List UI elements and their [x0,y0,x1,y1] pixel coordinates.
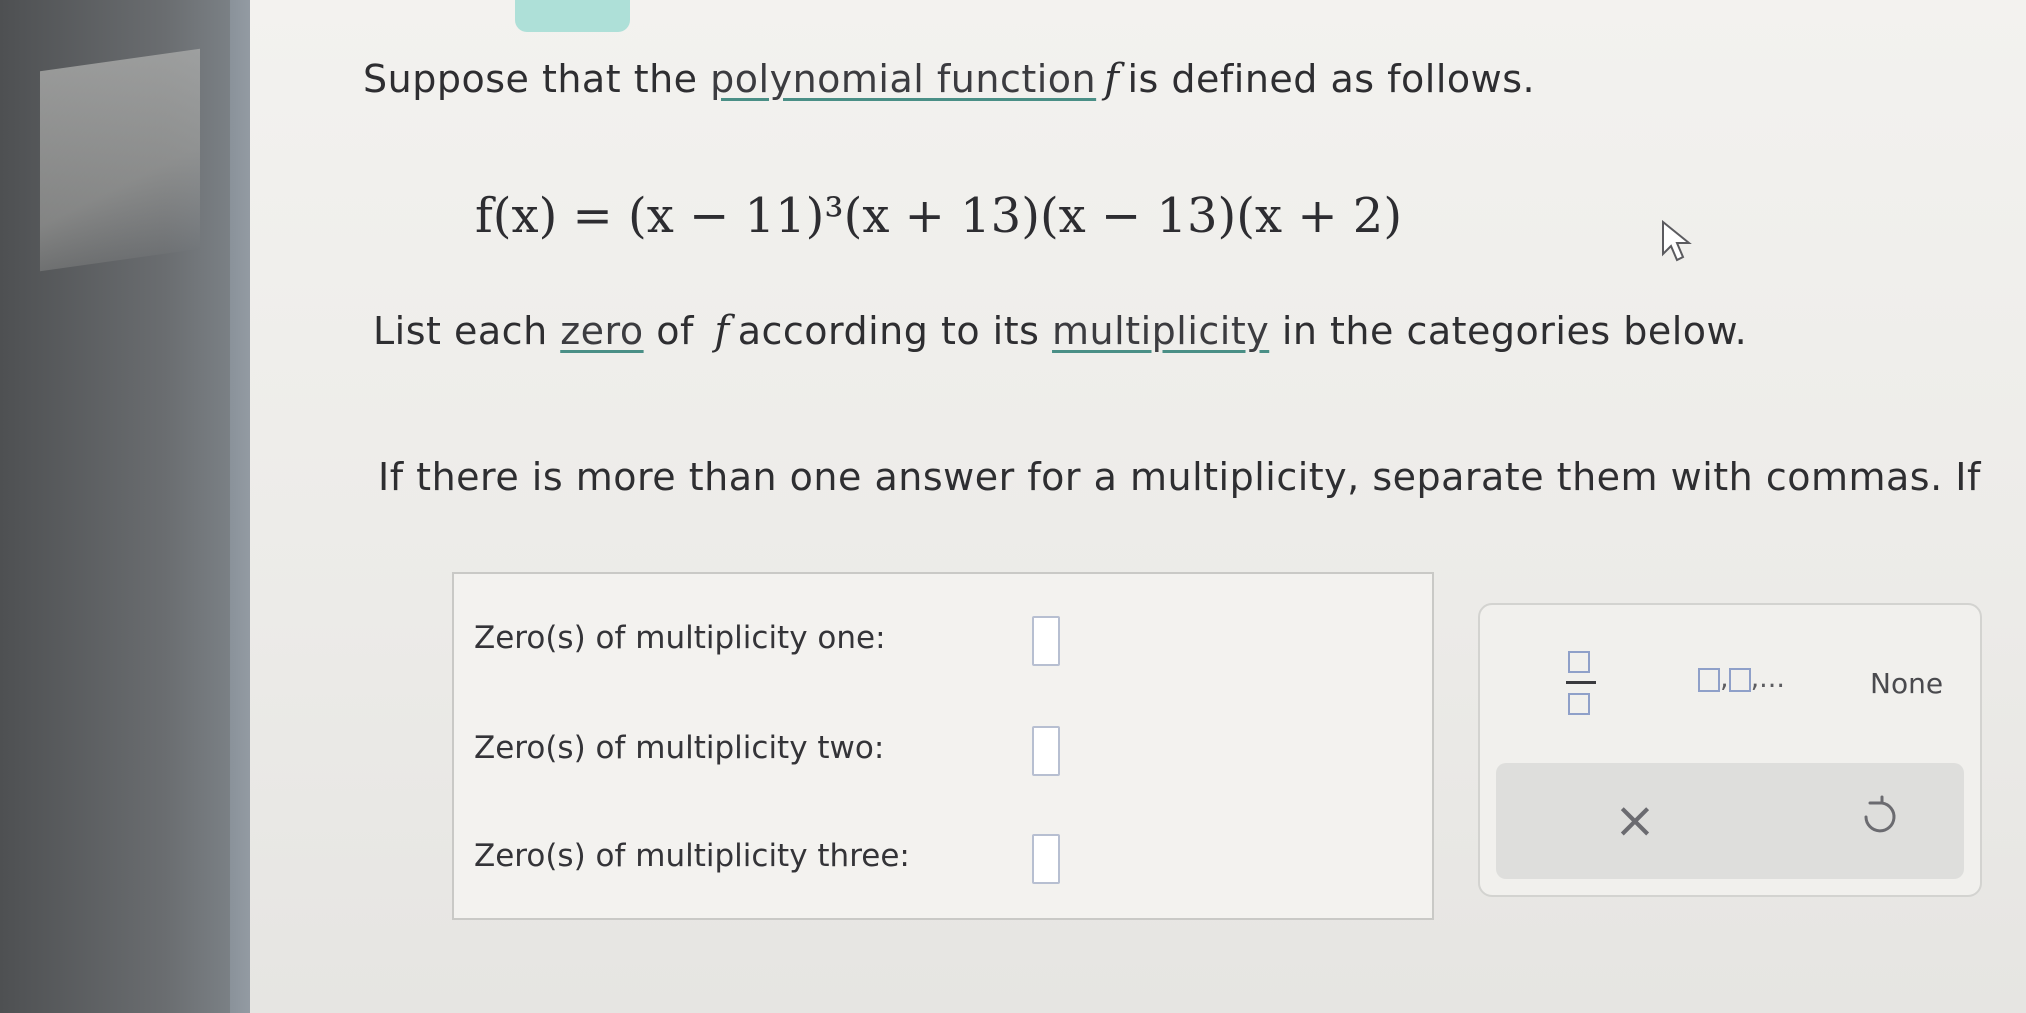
clear-icon[interactable]: × [1614,791,1656,849]
multiplicity-two-label: Zero(s) of multiplicity two: [474,730,885,766]
multiplicity-one-label: Zero(s) of multiplicity one: [474,620,886,656]
term-polynomial-function-link[interactable]: polynomial function [710,57,1096,101]
undo-icon[interactable] [1856,793,1900,843]
f-symbol-2: f [714,308,730,354]
answer-panel: Zero(s) of multiplicity one: Zero(s) of … [452,572,1434,920]
list-ellipsis: ,... [1750,663,1785,694]
instruction-mid2: according to its [737,309,1053,353]
polynomial-formula: f(x) = (x − 11)³(x + 13)(x − 13)(x + 2) [475,188,1403,244]
multiplicity-three-label: Zero(s) of multiplicity three: [474,838,910,874]
fraction-denominator-box [1568,693,1590,715]
instruction-prefix: List each [373,309,561,353]
fraction-bar [1566,681,1596,684]
fraction-numerator-box [1568,651,1590,673]
term-zero-link[interactable]: zero [560,309,643,353]
action-bar: × [1496,763,1964,879]
instruction-text: List each zero of f according to its mult… [373,308,1747,354]
list-box-icon-2 [1728,667,1751,692]
multiplicity-three-input[interactable] [1032,834,1060,884]
mouse-cursor-icon [1662,220,1692,262]
intro-prefix: Suppose that the [363,57,711,101]
math-toolbar: ,,... None × [1478,603,1982,897]
intro-text: Suppose that the polynomial function f is … [363,56,1535,102]
background-shadow [40,48,200,272]
list-box-icon [1698,667,1720,692]
multiplicity-two-input[interactable] [1032,726,1060,776]
intro-suffix: is defined as follows. [1127,57,1536,101]
fraction-icon[interactable] [1566,643,1596,725]
multiplicity-one-input[interactable] [1032,616,1060,666]
instruction-mid1: of [643,309,707,353]
f-symbol: f [1104,56,1120,102]
none-button[interactable]: None [1870,667,1943,700]
term-multiplicity-link[interactable]: multiplicity [1052,309,1269,353]
top-tab[interactable] [515,0,630,32]
note-text: If there is more than one answer for a m… [378,455,1981,499]
instruction-suffix: in the categories below. [1269,309,1748,353]
list-entry-button[interactable]: ,,... [1698,663,1785,694]
